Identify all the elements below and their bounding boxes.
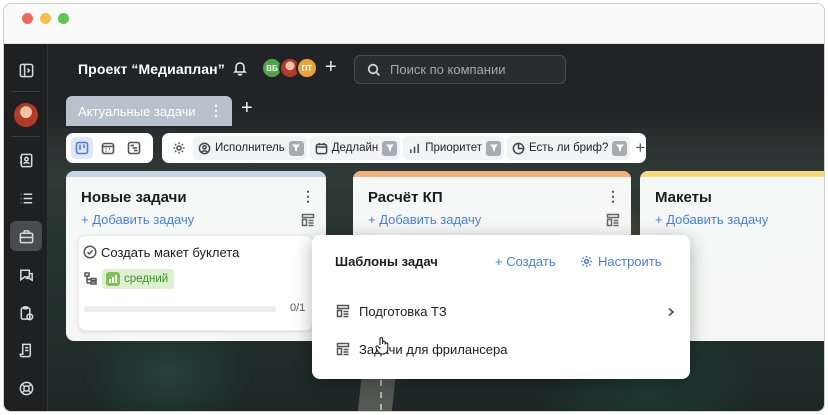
- sidebar-divider: [12, 136, 40, 137]
- gear-icon: [581, 256, 592, 267]
- tab-label: Актуальные задачи: [78, 103, 196, 119]
- view-switcher: [66, 133, 153, 163]
- maximize-window-button[interactable]: [58, 13, 69, 24]
- task-card[interactable]: Создать макет буклета средний 0/1: [78, 235, 313, 331]
- bars-icon: [410, 143, 420, 153]
- list-icon[interactable]: [10, 183, 42, 213]
- column-color-band: [66, 171, 326, 177]
- configure-templates-button[interactable]: Настроить: [580, 254, 662, 269]
- search-placeholder: Поиск по компании: [390, 62, 506, 77]
- priority-label: средний: [124, 273, 169, 285]
- add-member-button[interactable]: +: [325, 57, 337, 77]
- board-column: Новые задачи ⋮ + Добавить задачу Создать…: [66, 171, 326, 341]
- window-titlebar: [4, 4, 824, 44]
- check-circle-icon[interactable]: [83, 245, 97, 259]
- template-icon: [336, 304, 350, 318]
- minimize-window-button[interactable]: [40, 13, 51, 24]
- filter-label: Дедлайн: [331, 142, 379, 154]
- template-icon[interactable]: [606, 213, 620, 227]
- pie-icon: [512, 142, 525, 154]
- filter-bar: Исполнитель Дедлайн Приоритет Есть ли бр…: [162, 133, 646, 163]
- priority-badge[interactable]: средний: [102, 269, 175, 289]
- subtasks-icon: [84, 272, 97, 285]
- hand-cursor-icon: [375, 337, 389, 355]
- filter-assignee[interactable]: Исполнитель: [193, 136, 307, 160]
- template-item[interactable]: Подготовка ТЗ: [336, 299, 676, 323]
- close-window-button[interactable]: [22, 13, 33, 24]
- filter-label: Исполнитель: [215, 142, 285, 154]
- task-title: Создать макет буклета: [101, 245, 240, 260]
- column-color-band: [640, 171, 824, 177]
- add-task-button[interactable]: + Добавить задачу: [655, 212, 768, 227]
- sidebar-divider: [12, 91, 40, 92]
- add-filter-button[interactable]: +: [635, 138, 645, 158]
- add-tab-button[interactable]: +: [241, 97, 253, 120]
- add-task-button[interactable]: + Добавить задачу: [368, 212, 481, 227]
- sidebar-toggle-icon[interactable]: [10, 55, 42, 85]
- chat-icon[interactable]: [10, 260, 42, 290]
- create-template-button[interactable]: + Создать: [495, 254, 556, 269]
- priority-bars-icon: [106, 272, 120, 286]
- column-menu-icon[interactable]: ⋮: [606, 189, 620, 203]
- kanban-view-icon[interactable]: [71, 137, 93, 159]
- column-title[interactable]: Макеты: [655, 189, 712, 206]
- calendar-icon: [315, 142, 328, 154]
- task-templates-menu: Шаблоны задач + Создать Настроить Подгот…: [312, 235, 690, 379]
- search-input[interactable]: Поиск по компании: [354, 55, 566, 84]
- funnel-icon[interactable]: [486, 140, 501, 156]
- configure-label: Настроить: [598, 254, 662, 269]
- funnel-icon[interactable]: [382, 140, 398, 156]
- tab-current-tasks[interactable]: Актуальные задачи ⋮: [66, 96, 232, 126]
- search-icon: [367, 63, 381, 76]
- chevron-right-icon: [666, 305, 676, 317]
- column-title[interactable]: Расчёт КП: [368, 189, 443, 206]
- gantt-view-icon[interactable]: [123, 137, 145, 159]
- filter-deadline[interactable]: Дедлайн: [309, 136, 401, 160]
- funnel-icon[interactable]: [288, 140, 304, 156]
- person-icon: [198, 142, 211, 154]
- filter-label: Есть ли бриф?: [529, 142, 609, 154]
- column-color-band: [353, 171, 631, 177]
- filter-label: Приоритет: [425, 142, 482, 154]
- user-avatar[interactable]: [14, 103, 38, 127]
- board-area: Проект “Медиаплан” ВБ ПТ + Поиск по комп…: [48, 44, 824, 411]
- tab-menu-icon[interactable]: ⋮: [209, 103, 223, 117]
- sidebar: [4, 44, 48, 411]
- contacts-icon[interactable]: [10, 145, 42, 175]
- funnel-icon[interactable]: [612, 140, 628, 156]
- app-window: Проект “Медиаплан” ВБ ПТ + Поиск по комп…: [3, 3, 825, 412]
- column-menu-icon[interactable]: ⋮: [301, 189, 315, 203]
- calendar-view-icon[interactable]: [97, 137, 119, 159]
- project-title[interactable]: Проект “Медиаплан”: [78, 61, 225, 77]
- support-icon[interactable]: [10, 373, 42, 403]
- filter-priority[interactable]: Приоритет: [403, 136, 504, 160]
- column-title[interactable]: Новые задачи: [81, 189, 187, 206]
- briefcase-icon[interactable]: [10, 221, 42, 251]
- template-label: Подготовка ТЗ: [359, 303, 447, 319]
- filter-brief[interactable]: Есть ли бриф?: [507, 136, 631, 160]
- member-avatar[interactable]: ПТ: [296, 57, 318, 79]
- document-icon[interactable]: [10, 335, 42, 365]
- template-icon: [336, 342, 350, 356]
- clipboard-clock-icon[interactable]: [10, 298, 42, 328]
- add-task-button[interactable]: + Добавить задачу: [81, 212, 194, 227]
- menu-title: Шаблоны задач: [335, 254, 438, 269]
- gear-icon[interactable]: [168, 137, 190, 159]
- template-icon[interactable]: [301, 213, 315, 227]
- subtask-count: 0/1: [290, 302, 306, 314]
- subtask-progress-bar: [84, 306, 276, 312]
- bell-icon[interactable]: [232, 60, 248, 76]
